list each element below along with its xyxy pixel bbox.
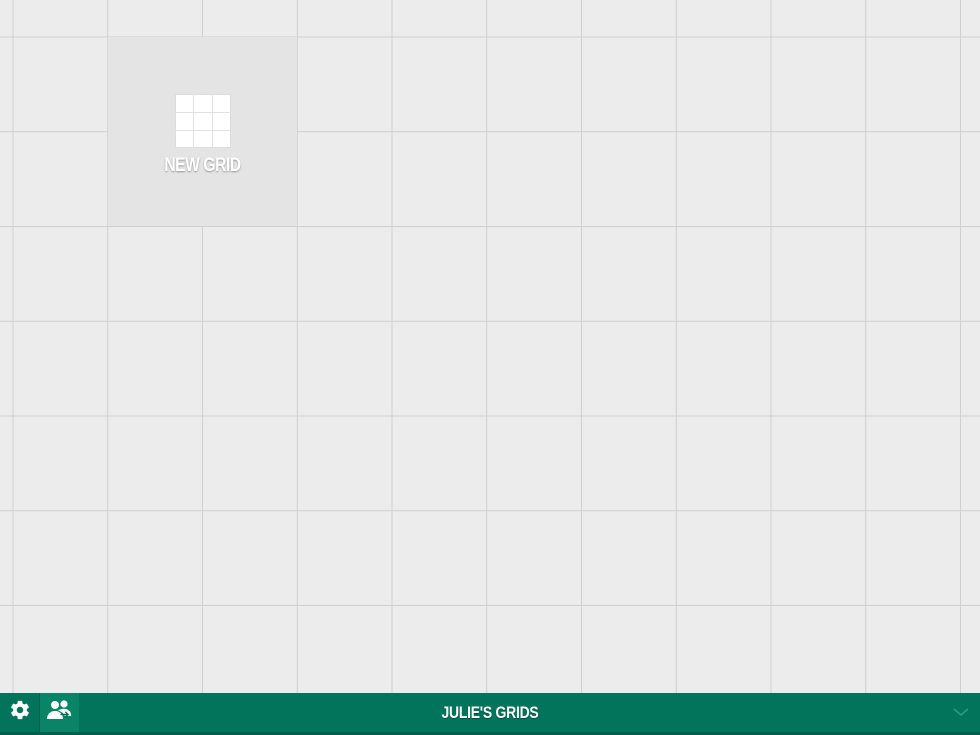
- share-button[interactable]: [40, 693, 79, 732]
- people-share-icon: [46, 699, 74, 726]
- grid-workspace[interactable]: NEW GRID: [0, 0, 980, 693]
- new-grid-tile[interactable]: NEW GRID: [108, 37, 297, 226]
- grid-icon: [175, 94, 231, 148]
- new-grid-label: NEW GRID: [164, 155, 241, 176]
- bottom-bar: JULIE'S GRIDS: [0, 693, 980, 735]
- gear-icon: [9, 699, 31, 726]
- chevron-down-icon[interactable]: [952, 705, 970, 719]
- settings-button[interactable]: [0, 693, 39, 732]
- workspace-title: JULIE'S GRIDS: [441, 703, 539, 722]
